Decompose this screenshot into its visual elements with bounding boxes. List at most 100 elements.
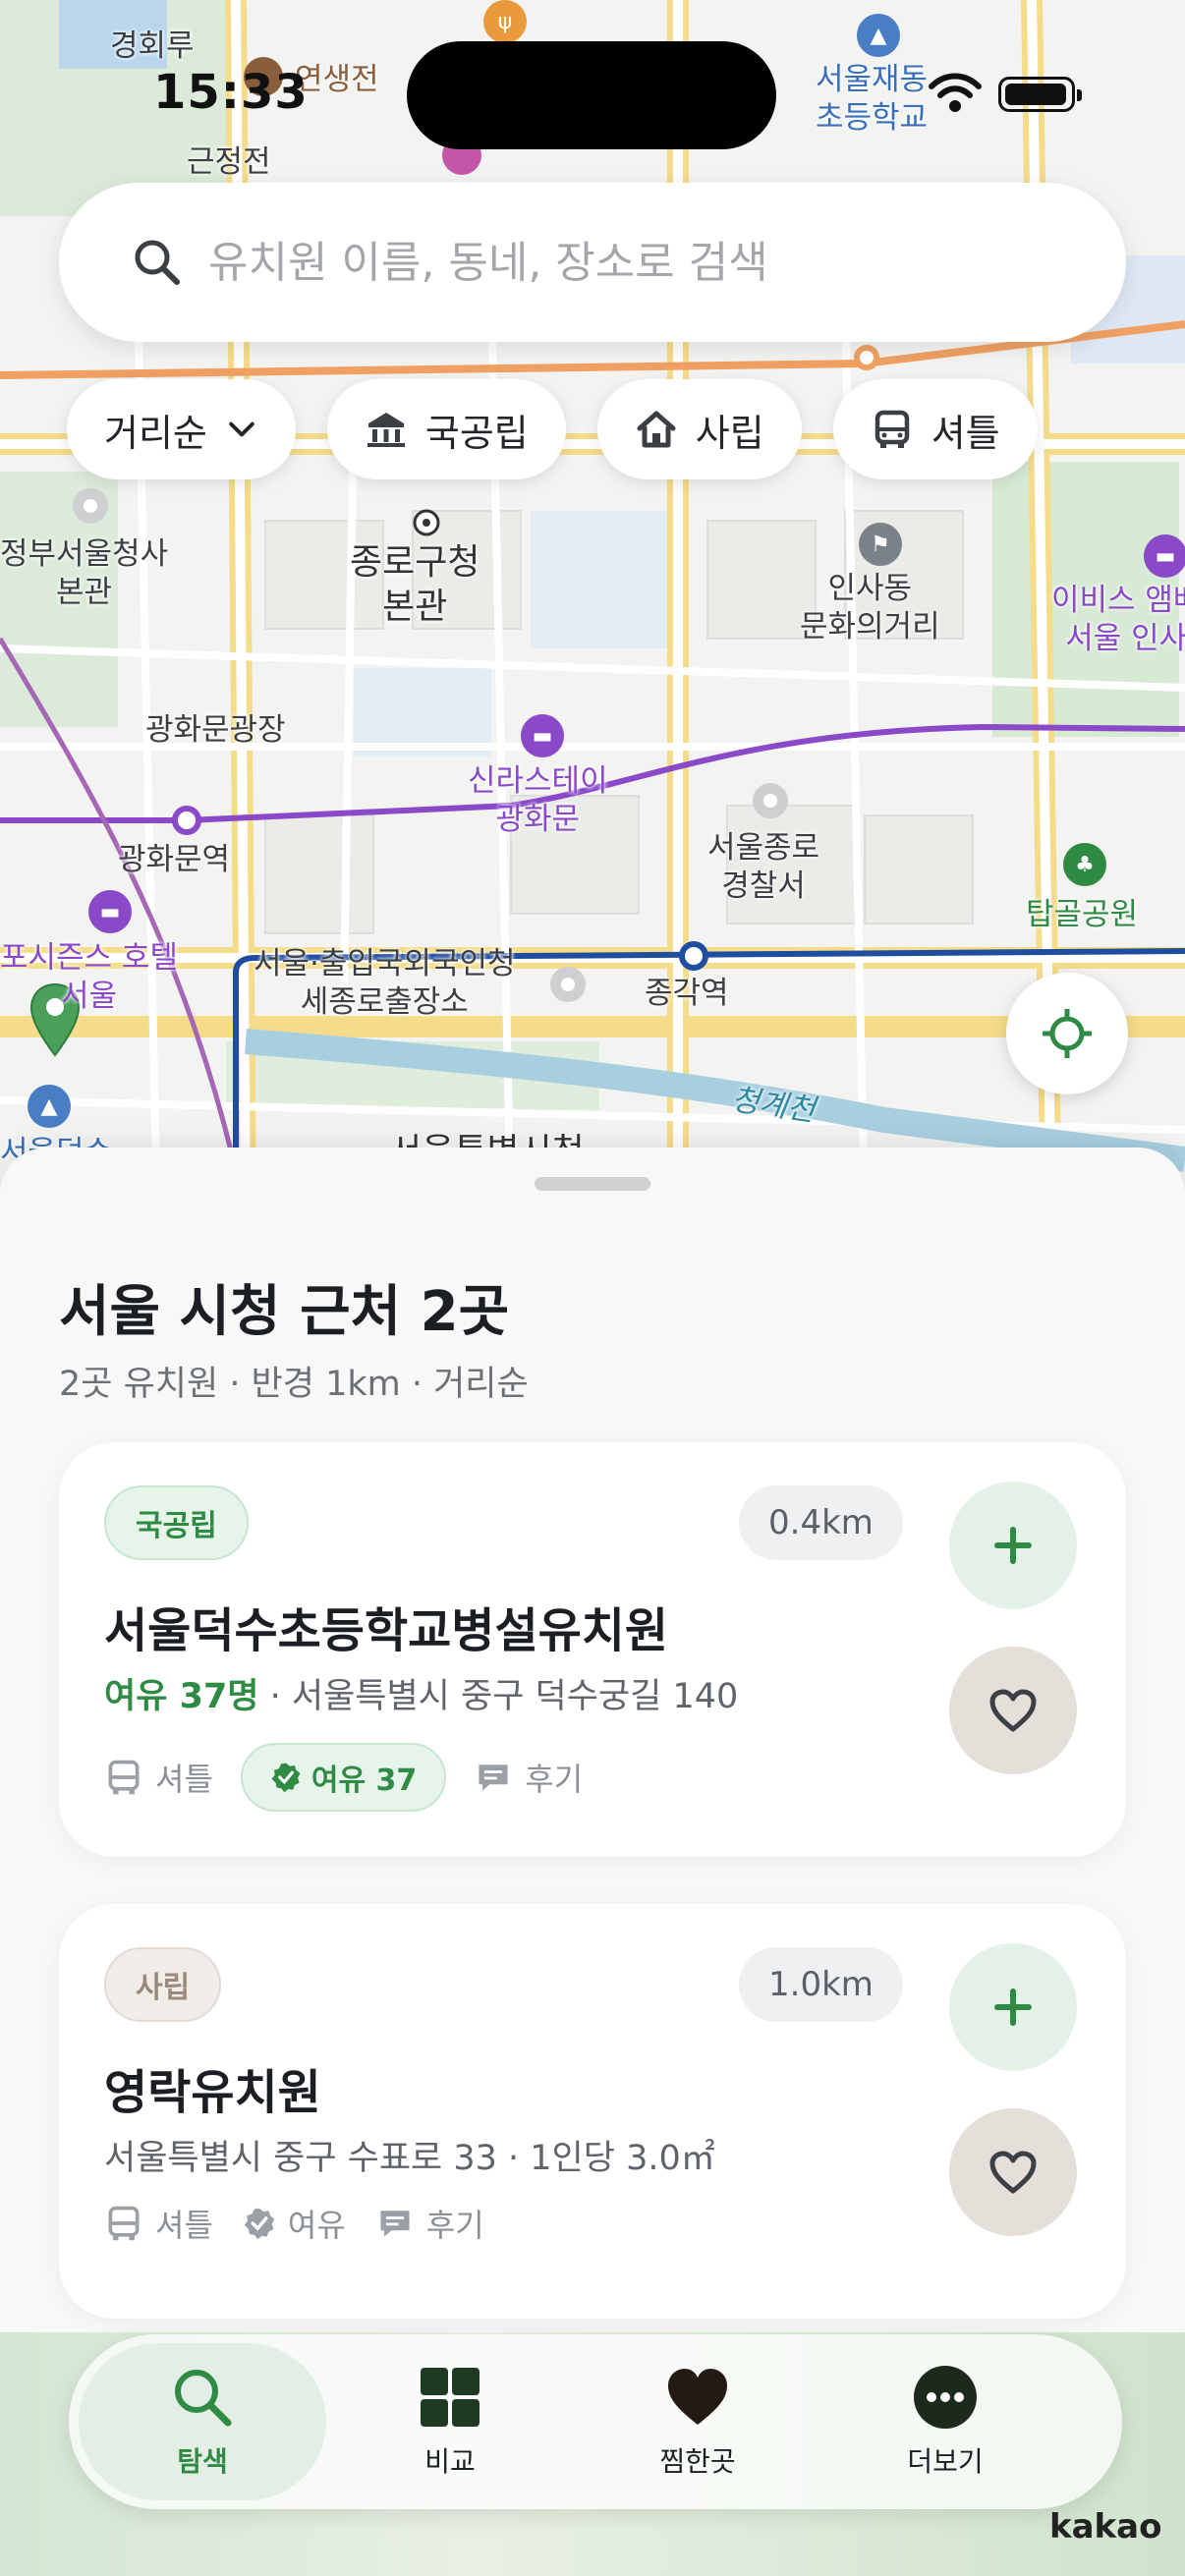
search-input[interactable] xyxy=(208,237,1093,288)
map-label-tapgol-park: 탑골공원 xyxy=(1026,897,1139,932)
map-label-gwanghwamun-station: 광화문역 xyxy=(118,842,231,877)
more-icon xyxy=(914,2366,977,2429)
chat-icon xyxy=(380,2211,410,2237)
kindergarten-name: 영락유치원 xyxy=(104,2065,321,2120)
park-marker[interactable]: ♣ xyxy=(1063,843,1106,886)
kindergarten-card[interactable]: 사립 1.0km 영락유치원 서울특별시 중구 수표로 33 · 1인당 3.0… xyxy=(59,1904,1126,2319)
kindergarten-card[interactable]: 국공립 0.4km 서울덕수초등학교병설유치원 여유 37명 · 서울특별시 중… xyxy=(59,1442,1126,1857)
wifi-icon xyxy=(929,73,982,112)
tab-more[interactable]: 더보기 xyxy=(821,2343,1069,2500)
meta-shuttle-label: 셔틀 xyxy=(155,2207,213,2244)
meta-shuttle: 셔틀 xyxy=(104,1755,213,1800)
meta-review-label: 후기 xyxy=(425,2207,484,2244)
bank-icon xyxy=(367,413,405,447)
heart-outline-icon xyxy=(989,2151,1037,2194)
bus-icon xyxy=(875,410,909,448)
meta-vacancy: 여유 xyxy=(243,2201,346,2246)
map-label-four-seasons: 포시즌스 호텔 서울 xyxy=(0,940,178,1014)
chevron-down-icon xyxy=(229,421,254,437)
chip-label: 국공립 xyxy=(424,411,529,455)
map-label-seoul-gov: 정부서울청사 본관 xyxy=(0,536,169,610)
heart-icon xyxy=(668,2369,727,2425)
meta-shuttle-label: 셔틀 xyxy=(155,1761,213,1798)
hotel-marker-fourseasons[interactable]: ▬ xyxy=(88,890,132,933)
restaurant-marker[interactable]: ψ xyxy=(483,0,527,43)
distance-badge: 0.4km xyxy=(739,1485,903,1560)
heart-outline-icon xyxy=(989,1689,1037,1732)
sheet-subtitle: 2곳 유치원 · 반경 1km · 거리순 xyxy=(59,1365,529,1404)
chip-label: 셔틀 xyxy=(931,411,1000,455)
tab-compare[interactable]: 비교 xyxy=(326,2343,574,2500)
kindergarten-address: 여유 37명 · 서울특별시 중구 덕수궁길 140 xyxy=(104,1668,738,1718)
flag-marker[interactable]: ⚑ xyxy=(859,523,902,566)
add-compare-button[interactable] xyxy=(949,1482,1077,1609)
map-label-jaedong-school: 서울재동 초등학교 xyxy=(816,62,929,136)
meta-review: 후기 xyxy=(474,1755,583,1800)
meta-vacancy-label: 여유 xyxy=(287,2207,346,2244)
tab-label: 비교 xyxy=(424,2445,476,2478)
chat-icon xyxy=(479,1764,508,1791)
distance-badge: 1.0km xyxy=(739,1947,903,2022)
map-label-geunjeongjeon: 근정전 xyxy=(187,144,271,180)
map-label-gwanghwamun-plaza: 광화문광장 xyxy=(145,712,286,748)
kindergarten-address: 서울특별시 중구 수표로 33 · 1인당 3.0㎡ xyxy=(104,2139,715,2178)
chip-shuttle[interactable]: 셔틀 xyxy=(832,379,1038,479)
kakao-logo: kakao xyxy=(1049,2507,1162,2547)
bus-icon xyxy=(108,1760,140,1795)
map-label-insadong: 인사동 문화의거리 xyxy=(800,571,940,644)
kindergarten-name: 서울덕수초등학교병설유치원 xyxy=(104,1603,669,1658)
verified-check-icon xyxy=(244,2208,275,2240)
sheet-drag-handle[interactable] xyxy=(535,1177,650,1191)
crosshair-icon xyxy=(1043,1009,1092,1058)
tab-label: 찜한곳 xyxy=(659,2445,736,2478)
search-icon xyxy=(135,240,180,285)
add-compare-button[interactable] xyxy=(949,1943,1077,2071)
chip-label: 사립 xyxy=(695,411,764,455)
chip-public[interactable]: 국공립 xyxy=(326,379,566,479)
map-label-jongno-office: 종로구청 본관 xyxy=(350,542,480,627)
chip-private[interactable]: 사립 xyxy=(596,379,802,479)
tab-label: 탐색 xyxy=(177,2445,228,2478)
plus-icon xyxy=(994,1988,1032,2026)
vacancy-text: 여유 37명 xyxy=(104,1677,259,1716)
meta-review: 후기 xyxy=(375,2201,484,2246)
dynamic-island xyxy=(407,41,776,149)
card-meta: 셔틀 여유 후기 xyxy=(104,2201,484,2246)
map-label-ibis: 이비스 앰배 서울 인사 xyxy=(1051,583,1185,656)
plus-icon xyxy=(994,1527,1032,1564)
status-time: 15:33 xyxy=(153,65,309,120)
current-location-button[interactable] xyxy=(1006,973,1128,1094)
map-label-jonggak-station: 종각역 xyxy=(645,976,729,1011)
favorite-button[interactable] xyxy=(949,1647,1077,1774)
chip-sort-distance[interactable]: 거리순 xyxy=(67,379,296,479)
sheet-title: 서울 시청 근처 2곳 xyxy=(59,1280,510,1344)
tab-label: 더보기 xyxy=(907,2445,984,2478)
favorite-button[interactable] xyxy=(949,2108,1077,2236)
school-marker-deoksu[interactable]: ▲ xyxy=(28,1085,71,1128)
search-bar[interactable] xyxy=(59,183,1126,342)
type-badge: 국공립 xyxy=(104,1485,249,1560)
chip-label: 거리순 xyxy=(104,411,207,455)
map-label-immigration: 서울·출입국외국인청 세종로출장소 xyxy=(254,946,516,1020)
search-icon xyxy=(175,2370,232,2427)
school-marker[interactable]: ▲ xyxy=(857,14,900,57)
hotel-marker-shilla[interactable]: ▬ xyxy=(521,714,564,757)
bottom-tab-bar: 탐색 비교 찜한곳 더보기 xyxy=(69,2334,1122,2509)
meta-shuttle: 셔틀 xyxy=(104,2201,213,2246)
vacancy-pill: 여유 37 xyxy=(240,1743,447,1812)
map-label-jongno-police: 서울종로 경찰서 xyxy=(707,830,820,904)
tab-favorites[interactable]: 찜한곳 xyxy=(574,2343,821,2500)
filter-chips: 거리순 국공립 사립 셔틀 xyxy=(67,379,1038,479)
card-meta: 셔틀 여유 37 후기 xyxy=(104,1743,583,1812)
hotel-marker-ibis[interactable]: ▬ xyxy=(1144,534,1185,578)
verified-check-icon xyxy=(271,1763,301,1793)
tab-explore[interactable]: 탐색 xyxy=(79,2343,326,2500)
grid-icon xyxy=(421,2368,480,2427)
vacancy-pill-label: 여유 37 xyxy=(310,1764,418,1798)
home-icon xyxy=(637,411,676,448)
type-badge: 사립 xyxy=(104,1947,222,2022)
meta-review-label: 후기 xyxy=(525,1761,584,1798)
bus-icon xyxy=(108,2206,140,2241)
map-label-shilla-stay: 신라스테이 광화문 xyxy=(468,763,608,837)
battery-icon xyxy=(998,77,1082,112)
